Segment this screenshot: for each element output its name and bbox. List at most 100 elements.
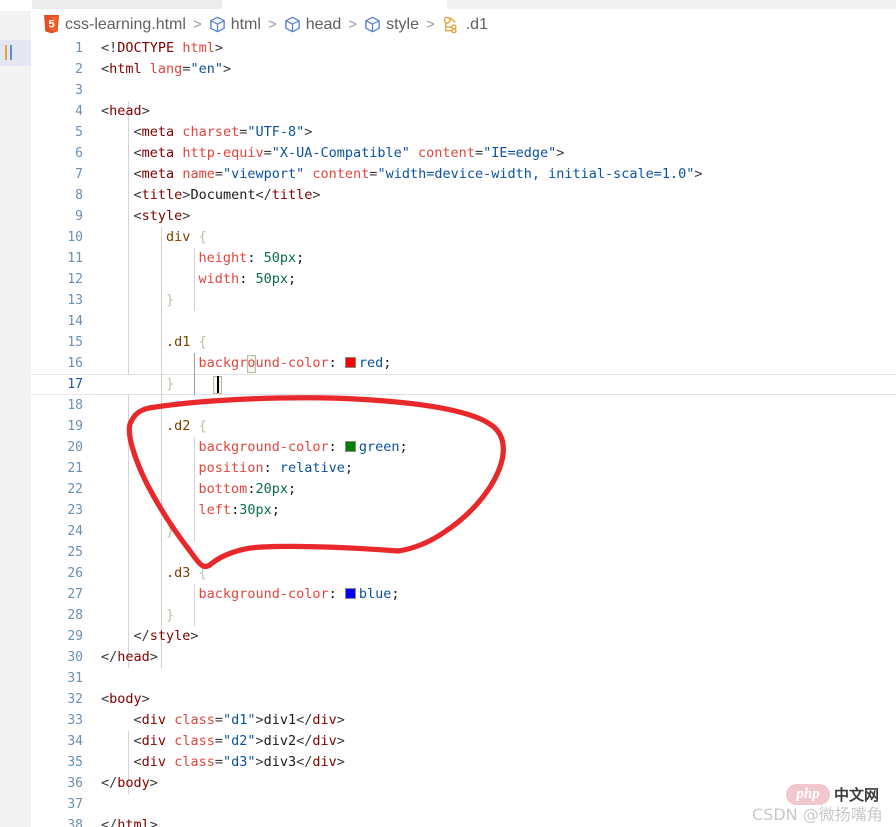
line-number: 2 <box>75 62 83 77</box>
breadcrumb-item-file[interactable]: 5 css-learning.html <box>43 15 186 34</box>
code-line: div { <box>166 229 207 245</box>
breadcrumb-separator: > <box>192 16 202 33</box>
code-line: <head> <box>101 103 150 119</box>
code-line: <body> <box>101 691 150 707</box>
activity-bar[interactable] <box>0 11 32 827</box>
breadcrumb-label-html: html <box>230 15 261 33</box>
code-line: left:30px; <box>198 502 280 518</box>
line-number: 9 <box>75 209 83 224</box>
line-number: 7 <box>75 167 83 182</box>
code-line: } <box>166 376 175 392</box>
line-number: 23 <box>67 503 83 518</box>
line-number: 3 <box>75 83 83 98</box>
line-number: 22 <box>67 482 83 497</box>
code-line: <title>Document</title> <box>133 187 321 203</box>
csdn-watermark: CSDN @微扬嘴角 <box>752 805 883 824</box>
line-number: 31 <box>67 671 83 686</box>
code-line: } <box>166 523 175 539</box>
line-number: 20 <box>67 440 83 455</box>
code-line: </head> <box>101 649 158 665</box>
line-number: 14 <box>67 314 83 329</box>
line-number: 16 <box>67 356 83 371</box>
line-number: 4 <box>75 104 83 119</box>
line-number: 37 <box>67 797 83 812</box>
breadcrumb[interactable]: 5 css-learning.html > html > head > styl… <box>31 11 896 38</box>
code-line: bottom:20px; <box>198 481 297 497</box>
line-number: 34 <box>67 734 83 749</box>
line-number: 30 <box>67 650 83 665</box>
code-line: background-color: green; <box>198 439 408 455</box>
breadcrumb-item-html[interactable]: html <box>209 16 261 34</box>
line-number-gutter: 1 2 3 4 5 6 7 8 9 10 11 12 13 14 15 16 1… <box>31 38 93 827</box>
line-number: 36 <box>67 776 83 791</box>
line-number: 27 <box>67 587 83 602</box>
code-line: <style> <box>133 208 191 224</box>
code-line: </style> <box>133 628 199 644</box>
line-number: 10 <box>67 230 83 245</box>
code-line: </body> <box>101 775 158 791</box>
breadcrumb-separator: > <box>348 16 358 33</box>
color-swatch-red <box>344 357 356 368</box>
code-line: background-color: blue; <box>198 586 400 602</box>
tab-strip-segment-right <box>447 0 896 9</box>
line-number: 13 <box>67 293 83 308</box>
line-number: 32 <box>67 692 83 707</box>
line-number: 15 <box>67 335 83 350</box>
code-text[interactable]: <!DOCTYPE html> <html lang="en"> <head> … <box>93 38 896 827</box>
code-line: <div class="d2">div2</div> <box>133 733 345 749</box>
line-number: 38 <box>67 818 83 827</box>
line-number: 5 <box>75 125 83 140</box>
line-number: 8 <box>75 188 83 203</box>
code-line: .d1 { <box>166 334 207 350</box>
line-number: 6 <box>75 146 83 161</box>
color-swatch-green <box>344 441 356 452</box>
line-number-active: 17 <box>67 377 83 392</box>
tab-bar-strip <box>0 0 896 11</box>
code-line: <!DOCTYPE html> <box>101 40 223 56</box>
line-number: 11 <box>67 251 83 266</box>
breadcrumb-item-selector[interactable]: .d1 <box>442 16 488 34</box>
tab-strip-segment-left <box>32 0 222 9</box>
line-number: 1 <box>75 41 83 56</box>
line-number: 35 <box>67 755 83 770</box>
symbol-tag-icon <box>284 16 301 33</box>
code-line: <div class="d3">div3</div> <box>133 754 345 770</box>
code-line: .d3 { <box>166 565 207 581</box>
code-line: <div class="d1">div1</div> <box>133 712 345 728</box>
code-line: .d2 { <box>166 418 207 434</box>
line-number: 19 <box>67 419 83 434</box>
breadcrumb-label-selector: .d1 <box>465 15 488 33</box>
breadcrumb-item-style[interactable]: style <box>364 16 419 34</box>
code-line: </html> <box>101 817 158 827</box>
file-icon-stroke-a <box>5 45 7 60</box>
line-number: 26 <box>67 566 83 581</box>
code-line: } <box>166 292 175 308</box>
code-line: <html lang="en"> <box>101 61 232 77</box>
line-number: 28 <box>67 608 83 623</box>
code-line: <meta charset="UTF-8"> <box>133 124 313 140</box>
symbol-tag-icon <box>364 16 381 33</box>
line-number: 18 <box>67 398 83 413</box>
file-icon-stroke-b <box>10 45 12 60</box>
code-editor[interactable]: 1 2 3 4 5 6 7 8 9 10 11 12 13 14 15 16 1… <box>31 38 896 827</box>
breadcrumb-label-style: style <box>386 15 419 33</box>
breadcrumb-separator: > <box>267 16 277 33</box>
line-number: 33 <box>67 713 83 728</box>
symbol-tag-icon <box>209 16 226 33</box>
svg-text:5: 5 <box>48 19 54 31</box>
line-number: 24 <box>67 524 83 539</box>
code-line: <meta name="viewport" content="width=dev… <box>133 166 703 182</box>
explorer-selected-item[interactable] <box>0 40 31 66</box>
breadcrumb-separator: > <box>425 16 435 33</box>
breadcrumb-label-file: css-learning.html <box>65 15 186 33</box>
line-number: 21 <box>67 461 83 476</box>
breadcrumb-label-head: head <box>305 15 342 33</box>
line-number: 29 <box>67 629 83 644</box>
html5-file-icon: 5 <box>43 15 60 34</box>
code-line: } <box>166 607 175 623</box>
code-line: position: relative; <box>198 460 354 476</box>
line-number: 25 <box>67 545 83 560</box>
line-number: 12 <box>67 272 83 287</box>
breadcrumb-item-head[interactable]: head <box>284 15 342 34</box>
code-line: background-color: red; <box>198 355 392 371</box>
